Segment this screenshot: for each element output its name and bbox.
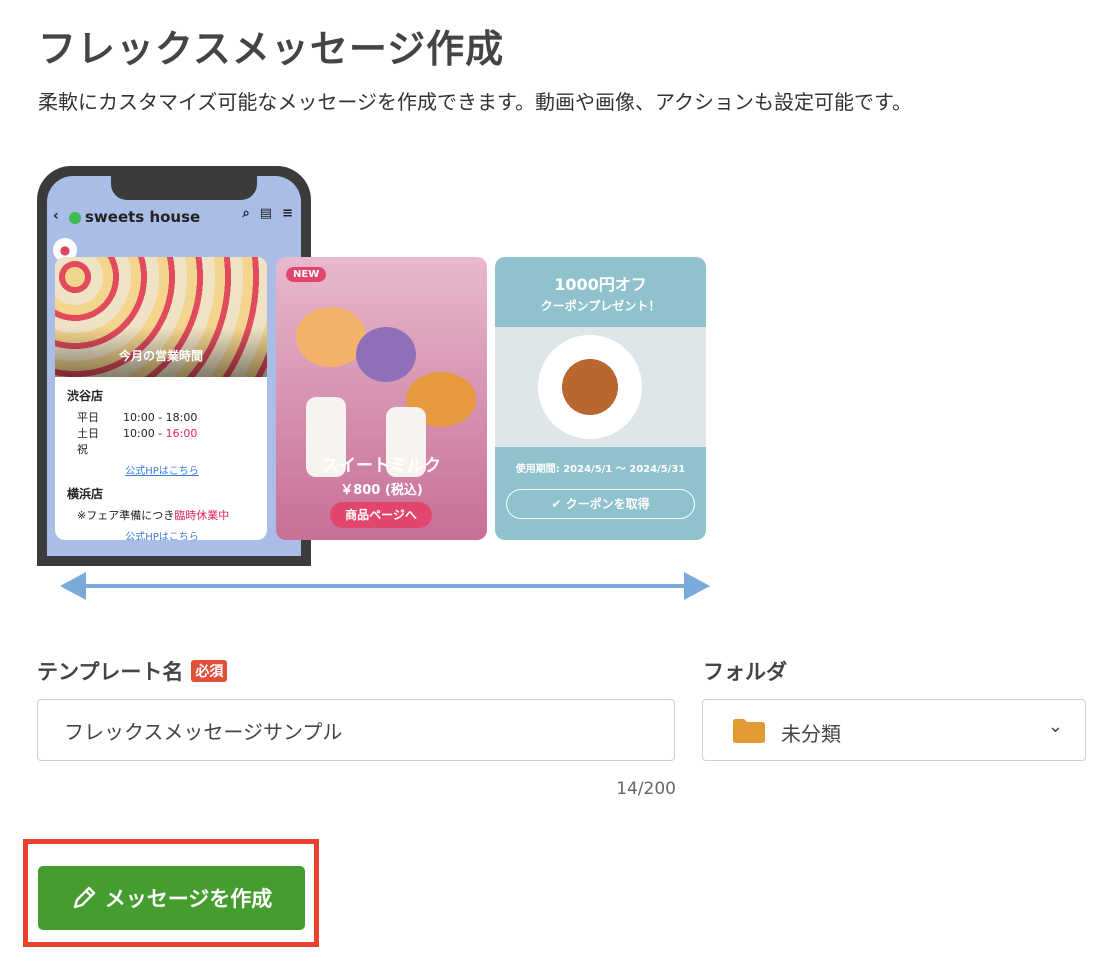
pencil-icon bbox=[73, 886, 95, 909]
account-name: sweets house bbox=[85, 208, 201, 226]
closed-notice: 臨時休業中 bbox=[174, 509, 230, 522]
product-page-button[interactable]: 商品ページへ bbox=[330, 502, 432, 528]
bubble-card-coupon: 1000円オフ クーポンプレゼント！ 使用期間: 2024/5/1 〜 2024… bbox=[495, 257, 706, 540]
hours-value: 10:00 - 18:00 bbox=[123, 410, 197, 426]
back-icon: ‹ bbox=[53, 208, 59, 224]
get-coupon-button[interactable]: ✔ クーポンを取得 bbox=[506, 489, 695, 519]
template-name-input[interactable] bbox=[37, 699, 675, 761]
folder-label: フォルダ bbox=[703, 660, 787, 684]
hours-row: 土日祝 10:00 - 16:00 bbox=[77, 426, 257, 458]
coupon-subhead: クーポンプレゼント！ bbox=[540, 299, 661, 313]
hours-label: 平日 bbox=[77, 411, 99, 424]
store-name: 渋谷店 bbox=[67, 389, 104, 403]
create-message-button[interactable]: メッセージを作成 bbox=[38, 866, 305, 930]
create-message-label: メッセージを作成 bbox=[104, 887, 273, 911]
horizontal-scroll-arrow-icon bbox=[60, 572, 710, 600]
chat-header-icons: ⌕ ▤ ≡ bbox=[243, 206, 293, 221]
character-counter: 14/200 bbox=[616, 779, 676, 799]
flex-preview: ‹ sweets house ⌕ ▤ ≡ ● 今月の営業時間 渋谷店 平日 10… bbox=[0, 0, 1120, 620]
photo-caption: 今月の営業時間 bbox=[118, 349, 203, 363]
product-price: ￥800 (税込) bbox=[340, 483, 423, 498]
official-site-link[interactable]: 公式HPはこちら bbox=[67, 528, 257, 540]
folder-select[interactable]: 未分類 ⌄ bbox=[702, 699, 1086, 761]
folder-value: 未分類 bbox=[781, 722, 841, 746]
store-note: ※フェア準備につき臨時休業中 bbox=[77, 508, 257, 524]
note-text: ※フェア準備につき bbox=[77, 509, 175, 522]
phone-notch bbox=[111, 176, 257, 200]
product-title: スイートミルク bbox=[322, 456, 441, 476]
new-badge: NEW bbox=[286, 267, 327, 282]
hours-time: 10:00 - 18:00 bbox=[123, 411, 198, 424]
note-icon: ▤ bbox=[259, 206, 273, 221]
bubble-card-hours: 今月の営業時間 渋谷店 平日 10:00 - 18:00 土日祝 10:00 -… bbox=[55, 257, 267, 540]
pancake-photo bbox=[495, 327, 706, 447]
hours-value: 10:00 - 16:00 bbox=[123, 426, 197, 458]
hours-body: 渋谷店 平日 10:00 - 18:00 土日祝 10:00 - 16:00 公… bbox=[67, 387, 257, 540]
bubble-card-product: NEW スイートミルク ￥800 (税込) 商品ページへ bbox=[276, 257, 487, 540]
hours-time-highlight: 16:00 bbox=[165, 427, 198, 440]
chevron-down-icon: ⌄ bbox=[1047, 716, 1063, 737]
coupon-period: 使用期間: 2024/5/1 〜 2024/5/31 bbox=[515, 464, 686, 475]
search-icon: ⌕ bbox=[242, 206, 250, 221]
store-name: 横浜店 bbox=[67, 487, 104, 501]
chat-header: ‹ sweets house ⌕ ▤ ≡ bbox=[47, 206, 301, 230]
folder-icon bbox=[733, 719, 765, 743]
template-name-label: テンプレート名 必須 bbox=[37, 656, 228, 686]
menu-icon: ≡ bbox=[282, 206, 293, 221]
hours-row: 平日 10:00 - 18:00 bbox=[77, 410, 257, 426]
required-badge: 必須 bbox=[191, 660, 228, 682]
coupon-headline: 1000円オフ bbox=[554, 275, 647, 294]
hours-time: 10:00 - bbox=[123, 427, 166, 440]
verified-badge-icon bbox=[69, 212, 81, 224]
template-name-label-text: テンプレート名 bbox=[37, 660, 184, 684]
official-site-link[interactable]: 公式HPはこちら bbox=[67, 462, 257, 477]
donut-image bbox=[356, 327, 416, 382]
hours-label: 土日祝 bbox=[77, 427, 99, 456]
